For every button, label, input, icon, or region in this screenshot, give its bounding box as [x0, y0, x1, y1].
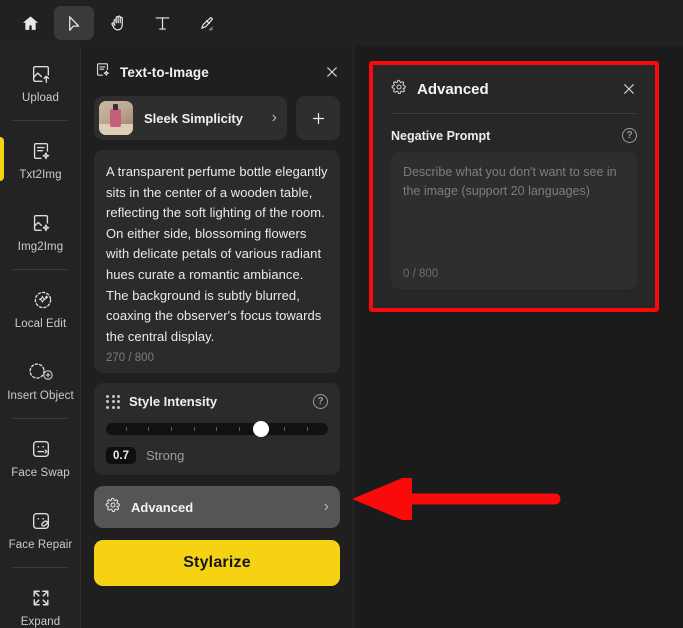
sidebar-item-label: Local Edit — [14, 317, 67, 330]
text-to-image-icon — [94, 61, 111, 83]
brush-tool-icon[interactable] — [186, 6, 226, 40]
close-icon[interactable] — [324, 64, 340, 80]
style-intensity-word: Strong — [146, 448, 185, 463]
sidebar-item-label: Face Swap — [11, 466, 70, 479]
expand-icon — [32, 589, 49, 606]
face-swap-icon — [30, 436, 52, 462]
sidebar-item-label: Insert Object — [7, 389, 74, 402]
prompt-text: A transparent perfume bottle elegantly s… — [106, 164, 328, 344]
sidebar-divider — [12, 269, 68, 270]
slider-track — [106, 423, 328, 435]
sidebar-item-label: Img2Img — [17, 240, 64, 253]
sidebar-item-expand[interactable]: Expand — [0, 570, 80, 628]
sidebar-item-local-edit[interactable]: Local Edit — [0, 272, 80, 344]
app-root: Upload Txt2Img Img2Img Local Edit Insert… — [0, 0, 683, 628]
select-cursor-icon[interactable] — [54, 6, 94, 40]
sidebar-item-txt2img[interactable]: Txt2Img — [0, 123, 80, 195]
sidebar-item-label: Face Repair — [8, 538, 73, 551]
chevron-right-icon: › — [323, 498, 329, 515]
sidebar-divider — [12, 567, 68, 568]
sidebar-item-upload[interactable]: Upload — [0, 46, 80, 118]
pointer-arrow-annotation — [352, 478, 561, 520]
chevron-right-icon: › — [271, 109, 277, 126]
slider-handle[interactable] — [253, 421, 270, 437]
prompt-input[interactable]: A transparent perfume bottle elegantly s… — [94, 150, 340, 373]
sidebar-divider — [12, 120, 68, 121]
image-to-image-icon — [30, 210, 52, 236]
style-intensity-label: Style Intensity — [129, 394, 218, 409]
add-style-button[interactable] — [296, 96, 340, 140]
style-intensity-header: Style Intensity ? — [106, 394, 328, 409]
text-to-image-icon — [30, 138, 52, 164]
sidebar-item-face-repair[interactable]: Face Repair — [0, 493, 80, 565]
style-intensity-section: Style Intensity ? 0.7 Strong — [94, 383, 340, 475]
stylarize-button[interactable]: Stylarize — [94, 540, 340, 586]
panel-header: Text-to-Image — [94, 46, 340, 92]
grid-dots-icon — [106, 394, 120, 409]
upload-image-icon — [30, 61, 52, 87]
local-edit-icon — [32, 287, 51, 313]
advanced-button-label: Advanced — [131, 499, 194, 515]
sidebar-item-face-swap[interactable]: Face Swap — [0, 421, 80, 493]
text-tool-icon[interactable] — [142, 6, 182, 40]
hand-pan-icon[interactable] — [98, 6, 138, 40]
advanced-highlight-box — [369, 61, 659, 312]
gear-icon — [105, 497, 121, 518]
page-title: Text-to-Image — [120, 64, 209, 80]
style-preset-name: Sleek Simplicity — [144, 110, 243, 126]
style-intensity-value-row: 0.7 Strong — [106, 447, 328, 464]
sidebar-item-label: Txt2Img — [19, 168, 62, 181]
face-repair-icon — [30, 508, 52, 534]
help-icon[interactable]: ? — [313, 394, 328, 409]
prompt-char-counter: 270 / 800 — [106, 352, 154, 364]
style-preset-button[interactable]: Sleek Simplicity › — [94, 96, 287, 140]
insert-object-icon — [27, 359, 54, 385]
style-thumbnail — [99, 101, 133, 135]
advanced-button[interactable]: Advanced › — [94, 486, 340, 528]
style-selector-row: Sleek Simplicity › — [94, 96, 340, 140]
sidebar-item-label: Expand — [20, 615, 61, 628]
text-to-image-panel: Text-to-Image Sleek Simplicity › A trans… — [81, 46, 354, 628]
home-icon[interactable] — [10, 6, 50, 40]
sidebar-item-img2img[interactable]: Img2Img — [0, 195, 80, 267]
style-intensity-value: 0.7 — [106, 447, 136, 464]
style-intensity-slider[interactable] — [106, 421, 328, 437]
left-sidebar: Upload Txt2Img Img2Img Local Edit Insert… — [0, 46, 81, 628]
sidebar-item-insert-object[interactable]: Insert Object — [0, 344, 80, 416]
sidebar-item-label: Upload — [21, 91, 60, 104]
top-toolbar — [0, 0, 683, 46]
sidebar-divider — [12, 418, 68, 419]
